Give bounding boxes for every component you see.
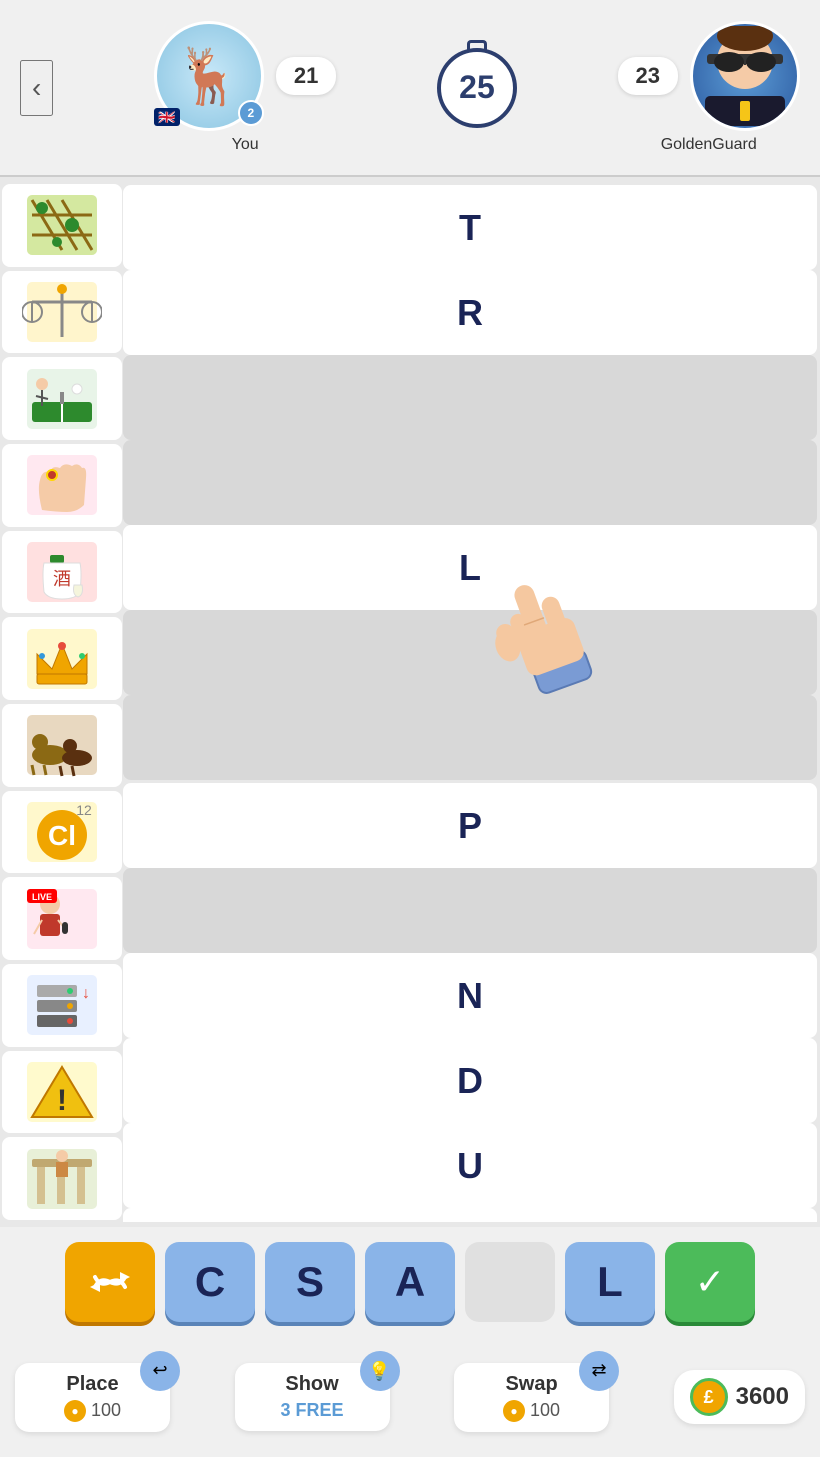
cell-1-6 xyxy=(123,610,817,695)
back-button[interactable]: ‹ xyxy=(20,60,53,116)
clue-7 xyxy=(2,704,122,787)
svg-text:LIVE: LIVE xyxy=(32,892,52,902)
svg-text:↓: ↓ xyxy=(82,985,90,1002)
clue-9: LIVE xyxy=(2,877,122,960)
timer: 25 xyxy=(437,48,517,128)
place-cost: ● 100 xyxy=(64,1400,121,1422)
player-opponent-section: 23 xyxy=(618,21,800,154)
action-bar: ↩ Place ● 100 💡 Show 3 FREE ⇄ Swap ● 100… xyxy=(0,1337,820,1457)
swap-icon: ⇄ xyxy=(579,1351,619,1391)
game-header: ‹ 🦌 🇬🇧 2 21 You 25 23 xyxy=(0,0,820,175)
cell-2-2 xyxy=(123,868,817,953)
place-label: Place xyxy=(66,1373,118,1396)
cell-1-2[interactable]: R xyxy=(123,270,817,355)
clues-column: 酒 xyxy=(0,182,120,1222)
player-opponent-name: GoldenGuard xyxy=(661,136,757,154)
game-board: 酒 xyxy=(0,177,820,1227)
tile-A[interactable]: A xyxy=(365,1242,455,1322)
shuffle-button[interactable] xyxy=(65,1242,155,1322)
clue-1 xyxy=(2,184,122,267)
cell-2-1[interactable]: P xyxy=(123,783,817,868)
coins-display: £ 3600 xyxy=(674,1370,805,1424)
svg-text:12: 12 xyxy=(76,802,92,818)
tile-L[interactable]: L xyxy=(565,1242,655,1322)
clue-4 xyxy=(2,444,122,527)
tile-empty xyxy=(465,1242,555,1322)
clue-12 xyxy=(2,1137,122,1220)
cell-2-3[interactable]: N xyxy=(123,953,817,1038)
clue-10: ↓ xyxy=(2,964,122,1047)
svg-text:Cl: Cl xyxy=(48,820,76,851)
cell-1-5[interactable]: L xyxy=(123,525,817,610)
timer-value: 25 xyxy=(459,69,495,106)
svg-text:酒: 酒 xyxy=(53,569,71,589)
confirm-button[interactable]: ✓ xyxy=(665,1242,755,1322)
show-label: Show xyxy=(285,1373,338,1396)
flag-badge: 🇬🇧 xyxy=(154,108,180,126)
swap-coin-icon: ● xyxy=(503,1400,525,1422)
avatar-opponent xyxy=(690,21,800,131)
show-free-count: 3 xyxy=(281,1400,291,1421)
clue-8: Cl 12 xyxy=(2,791,122,874)
player-you-section: 🦌 🇬🇧 2 21 You xyxy=(154,21,336,154)
swap-cost: ● 100 xyxy=(503,1400,560,1422)
player-you-name: You xyxy=(232,136,259,154)
place-coin-icon: ● xyxy=(64,1400,86,1422)
show-free-label: FREE xyxy=(296,1400,344,1421)
clue-3 xyxy=(2,357,122,440)
swap-label: Swap xyxy=(505,1373,557,1396)
cell-2-5[interactable]: U xyxy=(123,1123,817,1208)
avatar-you: 🦌 🇬🇧 2 xyxy=(154,21,264,131)
clue-2 xyxy=(2,271,122,354)
coin-large-icon: £ xyxy=(690,1378,728,1416)
coins-amount: 3600 xyxy=(736,1383,789,1411)
level-badge: 2 xyxy=(238,100,264,126)
tile-C[interactable]: C xyxy=(165,1242,255,1322)
clue-6 xyxy=(2,617,122,700)
score-you: 21 xyxy=(276,57,336,95)
cell-1-7 xyxy=(123,695,817,780)
clue-11: ! xyxy=(2,1051,122,1134)
cell-2-4[interactable]: D xyxy=(123,1038,817,1123)
show-free: 3 FREE xyxy=(281,1400,344,1421)
show-icon: 💡 xyxy=(360,1351,400,1391)
clue-5: 酒 xyxy=(2,531,122,614)
svg-text:!: ! xyxy=(57,1084,67,1117)
cell-2-6[interactable]: L xyxy=(123,1208,817,1222)
swap-button[interactable]: ⇄ Swap ● 100 xyxy=(454,1363,609,1432)
show-button[interactable]: 💡 Show 3 FREE xyxy=(235,1363,390,1431)
cell-1-1[interactable]: T xyxy=(123,185,817,270)
cell-1-3 xyxy=(123,355,817,440)
place-button[interactable]: ↩ Place ● 100 xyxy=(15,1363,170,1432)
score-opponent: 23 xyxy=(618,57,678,95)
tile-rack: C S A L ✓ xyxy=(0,1227,820,1337)
stopwatch-icon xyxy=(467,40,487,50)
cell-1-4 xyxy=(123,440,817,525)
tile-S[interactable]: S xyxy=(265,1242,355,1322)
place-icon: ↩ xyxy=(140,1351,180,1391)
